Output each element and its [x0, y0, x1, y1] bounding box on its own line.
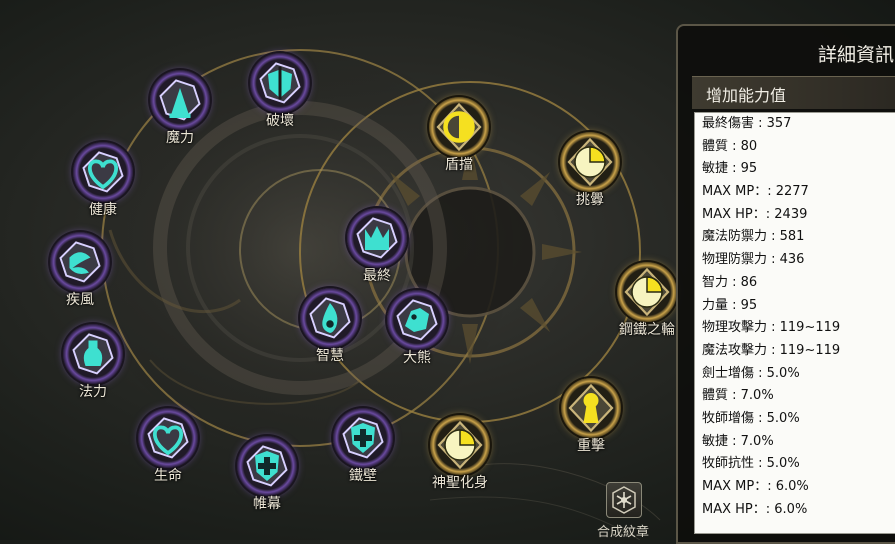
emblem-node-destroy[interactable]	[250, 53, 310, 113]
detail-info-panel: 詳細資訊 增加能力值 最終傷害 : 357 體質 : 80 敏捷 : 95 MAX M…	[676, 24, 895, 544]
emblem-label-bear: 大熊	[403, 350, 431, 366]
crown-icon	[356, 217, 398, 259]
emblem-label-magic-power: 魔力	[166, 130, 194, 146]
heart-icon	[147, 417, 189, 459]
stat-row: 劍士增傷 : 5.0%	[702, 365, 800, 381]
stat-row: 智力 : 86	[702, 274, 758, 290]
stat-row: MAX HP：: 2439	[702, 206, 808, 222]
emblem-label-block: 盾擋	[445, 157, 473, 173]
stat-section-header: 增加能力值	[692, 76, 895, 109]
emblem-node-heavy-strike[interactable]	[561, 378, 621, 438]
emblem-node-bear[interactable]	[387, 290, 447, 350]
bear-icon	[396, 299, 438, 341]
emblem-node-iron-wall[interactable]	[333, 408, 393, 468]
stat-row: 體質 : 7.0%	[702, 388, 774, 404]
stat-row: MAX HP：: 6.0%	[702, 501, 808, 517]
keyhole-icon	[568, 383, 614, 433]
emblem-node-block[interactable]	[429, 97, 489, 157]
stat-section-header-label: 增加能力值	[706, 86, 787, 105]
emblem-node-health[interactable]	[73, 142, 133, 202]
emblem-node-holy-incarnation[interactable]	[430, 415, 490, 475]
emblem-label-holy-incarnation: 神聖化身	[432, 475, 488, 491]
emblem-node-gale[interactable]	[50, 232, 110, 292]
emblem-node-curtain[interactable]	[237, 436, 297, 496]
quarter-pie-icon	[567, 137, 613, 187]
emblem-node-wisdom[interactable]	[300, 288, 360, 348]
half-moon-icon	[436, 102, 482, 152]
stat-row: 牧師增傷 : 5.0%	[702, 410, 800, 426]
synthesize-emblem-label: 合成紋章	[596, 525, 649, 540]
emblem-label-health: 健康	[89, 202, 117, 218]
stat-row: 敏捷 : 95	[702, 161, 758, 177]
emblem-label-life: 生命	[154, 468, 182, 484]
stat-row: 力量 : 95	[702, 297, 758, 313]
stat-row: MAX MP：: 6.0%	[702, 479, 809, 494]
flame-icon	[309, 297, 351, 339]
stat-row: 魔法攻擊力 : 119~119	[702, 342, 841, 358]
emblem-label-wisdom: 智慧	[316, 348, 344, 364]
emblem-label-heavy-strike: 重擊	[577, 438, 605, 454]
emblem-node-final[interactable]	[347, 208, 407, 268]
emblem-node-steel-wheel[interactable]	[617, 262, 677, 322]
emblem-node-life[interactable]	[138, 408, 198, 468]
synthesize-emblem-button[interactable]	[606, 482, 642, 518]
stat-row: 體質 : 80	[702, 138, 758, 154]
emblem-label-destroy: 破壞	[266, 113, 294, 129]
stat-row: 敏捷 : 7.0%	[702, 433, 774, 449]
stat-list[interactable]: 最終傷害 : 357 體質 : 80 敏捷 : 95 MAX MP：: 2277 MAX…	[694, 112, 895, 534]
emblem-label-final: 最終	[363, 268, 391, 284]
panel-title: 詳細資訊	[818, 44, 895, 66]
stat-row: 最終傷害 : 357	[702, 116, 792, 131]
stat-row: MAX MP：: 2277	[702, 184, 809, 200]
quarter-pie-icon	[437, 420, 483, 470]
quarter-pie-icon	[624, 267, 670, 317]
stat-row: 魔法防禦力 : 581	[702, 229, 805, 245]
emblem-label-gale: 疾風	[66, 292, 94, 308]
stat-row: 物理攻擊力 : 119~119	[702, 320, 841, 336]
stat-row: 物理防禦力 : 436	[702, 252, 805, 268]
mage-hat-icon	[159, 79, 201, 121]
stat-row: 牧師抗性 : 5.0%	[702, 456, 800, 472]
cross-shield-icon	[246, 445, 288, 487]
emblem-label-curtain: 帷幕	[253, 496, 281, 512]
emblem-node-magic-power[interactable]	[150, 70, 210, 130]
wind-icon	[59, 241, 101, 283]
potion-icon	[72, 333, 114, 375]
emblem-node-spell-power[interactable]	[63, 324, 123, 384]
emblem-label-spell-power: 法力	[79, 384, 107, 400]
heart-icon	[82, 151, 124, 193]
emblem-label-provoke: 挑釁	[576, 192, 604, 208]
cross-shield-icon	[342, 417, 384, 459]
emblem-node-provoke[interactable]	[560, 132, 620, 192]
shield-sword-icon	[259, 62, 301, 104]
emblem-label-iron-wall: 鐵壁	[349, 468, 377, 484]
snowflake-emblem-icon	[612, 486, 636, 514]
